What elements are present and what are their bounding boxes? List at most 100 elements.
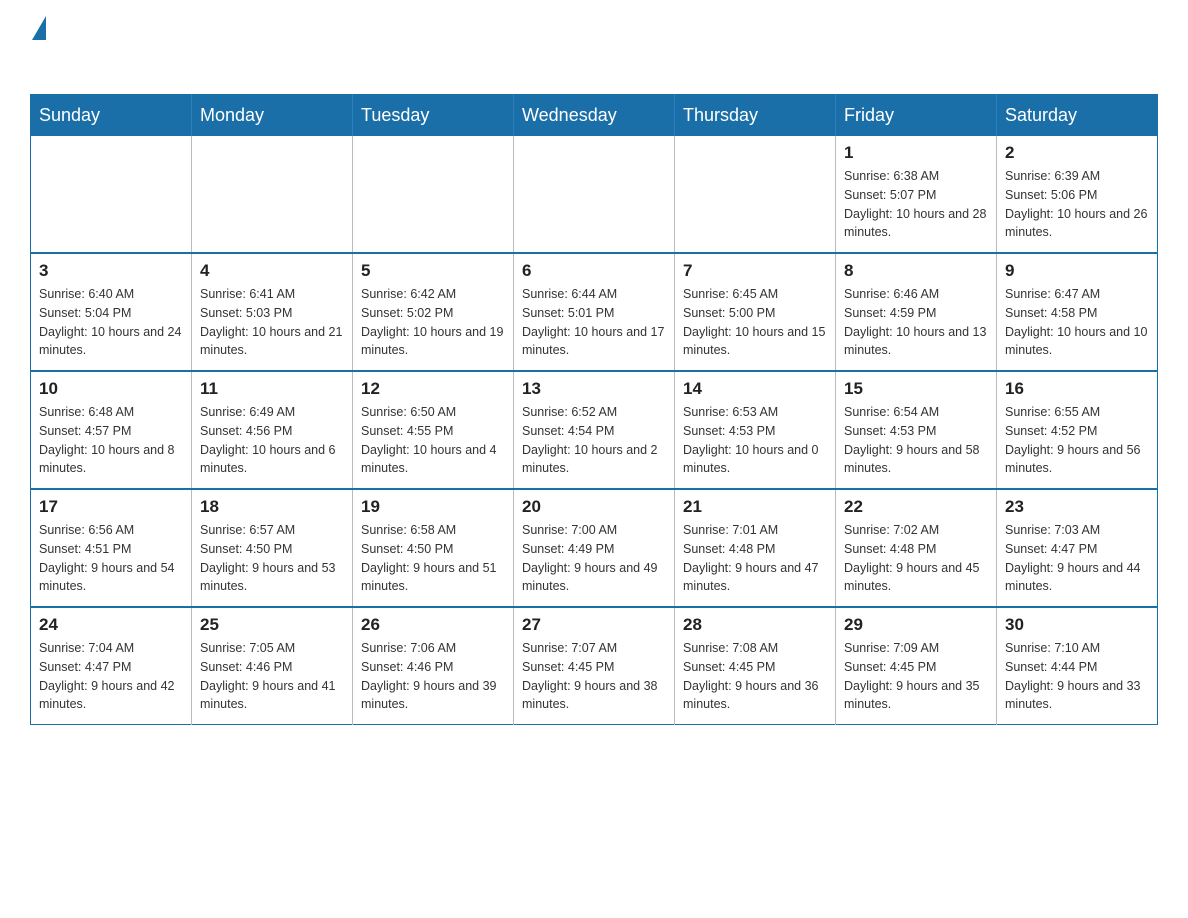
day-info: Sunrise: 6:58 AM Sunset: 4:50 PM Dayligh…	[361, 521, 505, 596]
day-number: 11	[200, 379, 344, 399]
calendar-cell: 22 Sunrise: 7:02 AM Sunset: 4:48 PM Dayli…	[836, 489, 997, 607]
calendar-cell: 15 Sunrise: 6:54 AM Sunset: 4:53 PM Dayli…	[836, 371, 997, 489]
page-header	[30, 20, 1158, 76]
calendar-cell: 29 Sunrise: 7:09 AM Sunset: 4:45 PM Dayli…	[836, 607, 997, 725]
day-number: 2	[1005, 143, 1149, 163]
day-info: Sunrise: 7:10 AM Sunset: 4:44 PM Dayligh…	[1005, 639, 1149, 714]
calendar-cell: 5 Sunrise: 6:42 AM Sunset: 5:02 PM Daylig…	[353, 253, 514, 371]
calendar-cell: 16 Sunrise: 6:55 AM Sunset: 4:52 PM Dayli…	[997, 371, 1158, 489]
day-info: Sunrise: 7:01 AM Sunset: 4:48 PM Dayligh…	[683, 521, 827, 596]
day-info: Sunrise: 6:54 AM Sunset: 4:53 PM Dayligh…	[844, 403, 988, 478]
calendar-cell: 24 Sunrise: 7:04 AM Sunset: 4:47 PM Dayli…	[31, 607, 192, 725]
day-number: 4	[200, 261, 344, 281]
day-number: 22	[844, 497, 988, 517]
day-info: Sunrise: 6:47 AM Sunset: 4:58 PM Dayligh…	[1005, 285, 1149, 360]
day-number: 17	[39, 497, 183, 517]
day-number: 20	[522, 497, 666, 517]
week-row-2: 3 Sunrise: 6:40 AM Sunset: 5:04 PM Daylig…	[31, 253, 1158, 371]
day-number: 8	[844, 261, 988, 281]
day-info: Sunrise: 6:55 AM Sunset: 4:52 PM Dayligh…	[1005, 403, 1149, 478]
weekday-header-thursday: Thursday	[675, 95, 836, 137]
logo-triangle-icon	[32, 16, 46, 40]
calendar-cell: 1 Sunrise: 6:38 AM Sunset: 5:07 PM Daylig…	[836, 136, 997, 253]
calendar-cell: 21 Sunrise: 7:01 AM Sunset: 4:48 PM Dayli…	[675, 489, 836, 607]
day-info: Sunrise: 7:00 AM Sunset: 4:49 PM Dayligh…	[522, 521, 666, 596]
day-number: 15	[844, 379, 988, 399]
calendar-cell: 27 Sunrise: 7:07 AM Sunset: 4:45 PM Dayli…	[514, 607, 675, 725]
calendar-cell: 23 Sunrise: 7:03 AM Sunset: 4:47 PM Dayli…	[997, 489, 1158, 607]
day-number: 6	[522, 261, 666, 281]
day-number: 3	[39, 261, 183, 281]
calendar-cell: 2 Sunrise: 6:39 AM Sunset: 5:06 PM Daylig…	[997, 136, 1158, 253]
day-info: Sunrise: 7:08 AM Sunset: 4:45 PM Dayligh…	[683, 639, 827, 714]
weekday-header-saturday: Saturday	[997, 95, 1158, 137]
day-info: Sunrise: 6:40 AM Sunset: 5:04 PM Dayligh…	[39, 285, 183, 360]
day-number: 19	[361, 497, 505, 517]
day-info: Sunrise: 6:41 AM Sunset: 5:03 PM Dayligh…	[200, 285, 344, 360]
day-info: Sunrise: 6:46 AM Sunset: 4:59 PM Dayligh…	[844, 285, 988, 360]
day-info: Sunrise: 7:04 AM Sunset: 4:47 PM Dayligh…	[39, 639, 183, 714]
week-row-1: 1 Sunrise: 6:38 AM Sunset: 5:07 PM Daylig…	[31, 136, 1158, 253]
day-info: Sunrise: 6:38 AM Sunset: 5:07 PM Dayligh…	[844, 167, 988, 242]
day-info: Sunrise: 6:49 AM Sunset: 4:56 PM Dayligh…	[200, 403, 344, 478]
calendar-cell: 19 Sunrise: 6:58 AM Sunset: 4:50 PM Dayli…	[353, 489, 514, 607]
day-number: 13	[522, 379, 666, 399]
calendar-cell: 18 Sunrise: 6:57 AM Sunset: 4:50 PM Dayli…	[192, 489, 353, 607]
day-info: Sunrise: 6:39 AM Sunset: 5:06 PM Dayligh…	[1005, 167, 1149, 242]
day-number: 26	[361, 615, 505, 635]
calendar-cell: 7Sunrise: 6:45 AM Sunset: 5:00 PM Daylig…	[675, 253, 836, 371]
calendar-table: SundayMondayTuesdayWednesdayThursdayFrid…	[30, 94, 1158, 725]
day-info: Sunrise: 6:45 AM Sunset: 5:00 PM Dayligh…	[683, 285, 827, 360]
calendar-cell	[192, 136, 353, 253]
day-number: 29	[844, 615, 988, 635]
day-number: 1	[844, 143, 988, 163]
calendar-cell	[675, 136, 836, 253]
day-info: Sunrise: 6:42 AM Sunset: 5:02 PM Dayligh…	[361, 285, 505, 360]
day-number: 9	[1005, 261, 1149, 281]
weekday-header-wednesday: Wednesday	[514, 95, 675, 137]
day-info: Sunrise: 6:57 AM Sunset: 4:50 PM Dayligh…	[200, 521, 344, 596]
calendar-cell: 10Sunrise: 6:48 AM Sunset: 4:57 PM Dayli…	[31, 371, 192, 489]
calendar-cell	[514, 136, 675, 253]
day-info: Sunrise: 6:52 AM Sunset: 4:54 PM Dayligh…	[522, 403, 666, 478]
day-number: 14	[683, 379, 827, 399]
day-info: Sunrise: 6:44 AM Sunset: 5:01 PM Dayligh…	[522, 285, 666, 360]
calendar-cell: 3 Sunrise: 6:40 AM Sunset: 5:04 PM Daylig…	[31, 253, 192, 371]
week-row-3: 10Sunrise: 6:48 AM Sunset: 4:57 PM Dayli…	[31, 371, 1158, 489]
day-number: 27	[522, 615, 666, 635]
weekday-header-friday: Friday	[836, 95, 997, 137]
calendar-cell: 26 Sunrise: 7:06 AM Sunset: 4:46 PM Dayli…	[353, 607, 514, 725]
day-number: 18	[200, 497, 344, 517]
calendar-cell: 13 Sunrise: 6:52 AM Sunset: 4:54 PM Dayli…	[514, 371, 675, 489]
calendar-cell: 12Sunrise: 6:50 AM Sunset: 4:55 PM Dayli…	[353, 371, 514, 489]
day-info: Sunrise: 7:09 AM Sunset: 4:45 PM Dayligh…	[844, 639, 988, 714]
calendar-cell: 9 Sunrise: 6:47 AM Sunset: 4:58 PM Daylig…	[997, 253, 1158, 371]
calendar-cell: 6 Sunrise: 6:44 AM Sunset: 5:01 PM Daylig…	[514, 253, 675, 371]
calendar-cell	[353, 136, 514, 253]
week-row-4: 17 Sunrise: 6:56 AM Sunset: 4:51 PM Dayli…	[31, 489, 1158, 607]
day-info: Sunrise: 7:03 AM Sunset: 4:47 PM Dayligh…	[1005, 521, 1149, 596]
day-number: 5	[361, 261, 505, 281]
day-info: Sunrise: 6:56 AM Sunset: 4:51 PM Dayligh…	[39, 521, 183, 596]
day-number: 24	[39, 615, 183, 635]
day-info: Sunrise: 7:06 AM Sunset: 4:46 PM Dayligh…	[361, 639, 505, 714]
logo	[30, 20, 46, 76]
day-number: 16	[1005, 379, 1149, 399]
day-number: 25	[200, 615, 344, 635]
day-number: 23	[1005, 497, 1149, 517]
day-info: Sunrise: 7:02 AM Sunset: 4:48 PM Dayligh…	[844, 521, 988, 596]
calendar-cell: 25Sunrise: 7:05 AM Sunset: 4:46 PM Dayli…	[192, 607, 353, 725]
day-number: 21	[683, 497, 827, 517]
calendar-cell: 4 Sunrise: 6:41 AM Sunset: 5:03 PM Daylig…	[192, 253, 353, 371]
day-number: 28	[683, 615, 827, 635]
day-info: Sunrise: 7:07 AM Sunset: 4:45 PM Dayligh…	[522, 639, 666, 714]
weekday-header-sunday: Sunday	[31, 95, 192, 137]
calendar-cell: 30Sunrise: 7:10 AM Sunset: 4:44 PM Dayli…	[997, 607, 1158, 725]
weekday-header-monday: Monday	[192, 95, 353, 137]
calendar-cell: 14Sunrise: 6:53 AM Sunset: 4:53 PM Dayli…	[675, 371, 836, 489]
calendar-cell: 8 Sunrise: 6:46 AM Sunset: 4:59 PM Daylig…	[836, 253, 997, 371]
calendar-cell: 17 Sunrise: 6:56 AM Sunset: 4:51 PM Dayli…	[31, 489, 192, 607]
calendar-cell: 28 Sunrise: 7:08 AM Sunset: 4:45 PM Dayli…	[675, 607, 836, 725]
day-number: 12	[361, 379, 505, 399]
day-number: 10	[39, 379, 183, 399]
